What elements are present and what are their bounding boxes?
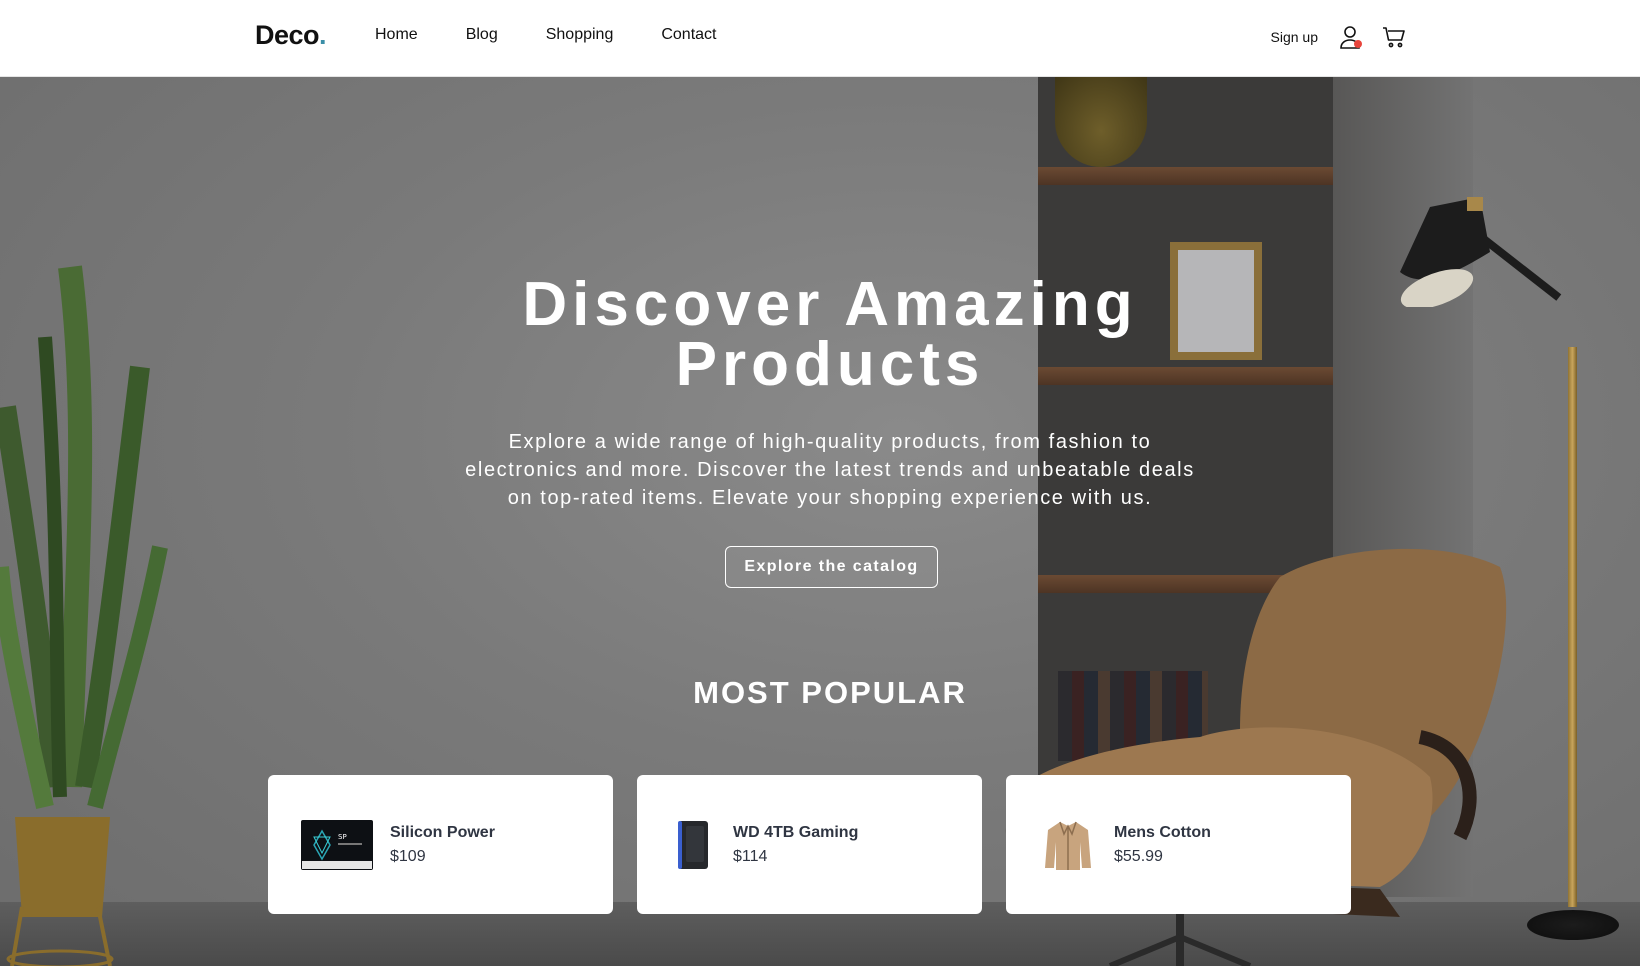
nav-home[interactable]: Home <box>375 26 418 44</box>
product-price: $55.99 <box>1114 847 1163 865</box>
vase-image <box>1055 77 1147 167</box>
notification-dot <box>1354 40 1362 48</box>
site-header: Deco. Home Blog Shopping Contact Sign up <box>0 0 1640 77</box>
product-price: $109 <box>390 847 426 865</box>
logo-dot: . <box>319 20 327 50</box>
product-card[interactable]: SP Silicon Power $109 <box>268 775 613 914</box>
main-nav: Home Blog Shopping Contact <box>375 26 716 44</box>
hero-section: Discover Amazing Products Explore a wide… <box>0 77 1640 966</box>
most-popular-title: MOST POPULAR <box>693 675 967 710</box>
product-card[interactable]: WD 4TB Gaming $114 <box>637 775 982 914</box>
product-info: WD 4TB Gaming $114 <box>733 824 858 866</box>
hero-title: Discover Amazing Products <box>522 270 1138 399</box>
hard-drive-image <box>669 819 717 871</box>
nav-blog[interactable]: Blog <box>466 26 498 44</box>
product-info: Mens Cotton $55.99 <box>1114 824 1211 866</box>
shelf <box>1038 167 1333 185</box>
nav-contact[interactable]: Contact <box>661 26 716 44</box>
svg-text:SP: SP <box>338 833 347 841</box>
cart-icon <box>1383 27 1405 48</box>
product-name: Silicon Power <box>390 823 495 841</box>
product-name: WD 4TB Gaming <box>733 823 859 841</box>
logo[interactable]: Deco. <box>255 20 327 51</box>
nav-shopping[interactable]: Shopping <box>546 26 614 44</box>
ssd-image: SP <box>300 819 374 871</box>
explore-catalog-button[interactable]: Explore the catalog <box>725 546 938 588</box>
floor-lamp-image <box>1568 347 1577 907</box>
lamp-base <box>1527 910 1619 940</box>
popular-products: SP Silicon Power $109 WD 4TB Gaming $114… <box>268 775 1351 914</box>
product-info: Silicon Power $109 <box>390 824 495 866</box>
hero-description: Explore a wide range of high-quality pro… <box>465 431 1195 509</box>
product-price: $114 <box>733 847 768 865</box>
sign-up-link[interactable]: Sign up <box>1271 29 1318 45</box>
account-button[interactable] <box>1336 22 1364 52</box>
product-name: Mens Cotton <box>1114 823 1211 841</box>
product-card[interactable]: Mens Cotton $55.99 <box>1006 775 1351 914</box>
jacket-image <box>1038 819 1098 871</box>
cart-button[interactable] <box>1380 22 1408 52</box>
header-actions: Sign up <box>1271 22 1408 52</box>
